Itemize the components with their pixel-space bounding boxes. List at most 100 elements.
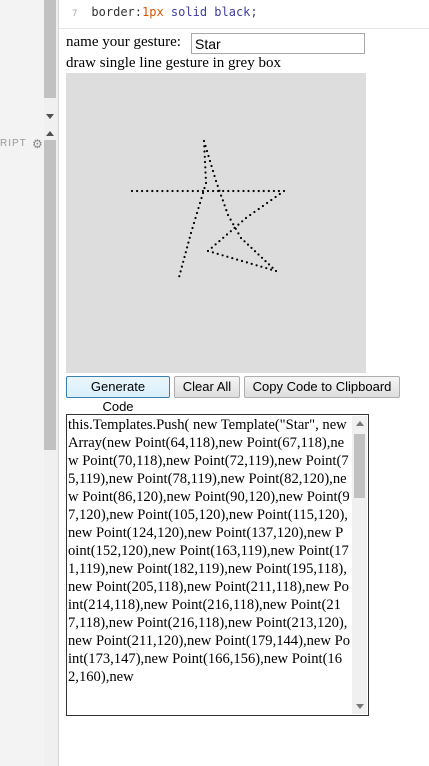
stroke-dot xyxy=(182,260,185,263)
stroke-dot xyxy=(187,241,190,244)
stroke-dot xyxy=(249,213,252,217)
stroke-dot xyxy=(213,174,216,178)
stroke-dot xyxy=(260,265,263,268)
stroke-dot xyxy=(197,206,200,210)
stroke-dot xyxy=(218,189,221,192)
stroke-dot xyxy=(186,246,189,249)
stroke-dot xyxy=(204,181,208,185)
stroke-dot xyxy=(206,249,210,253)
stroke-dot xyxy=(226,255,229,258)
stroke-dot xyxy=(282,189,286,193)
generate-code-button[interactable]: Generate Code xyxy=(66,376,170,414)
stroke-dot xyxy=(204,176,207,179)
stroke-dot xyxy=(270,268,273,271)
stroke-dot xyxy=(203,145,206,148)
stroke-dot xyxy=(266,201,269,205)
stroke-dot xyxy=(179,270,182,273)
gesture-canvas[interactable] xyxy=(66,73,366,373)
stroke-dot xyxy=(250,262,253,265)
stroke-dot xyxy=(231,257,234,260)
stroke-dot xyxy=(196,189,199,193)
stroke-dot xyxy=(208,159,212,163)
scroll-up-icon[interactable] xyxy=(46,131,54,136)
stroke-dot xyxy=(243,240,246,243)
stroke-dot xyxy=(156,189,159,193)
stroke-dot xyxy=(203,160,207,164)
stroke-dot xyxy=(229,218,232,221)
textarea-scrollbar[interactable] xyxy=(352,416,367,714)
stroke-dot xyxy=(204,171,207,174)
line-number: 7 xyxy=(72,9,78,19)
stroke-dot xyxy=(201,189,204,193)
pane-divider xyxy=(58,0,59,766)
stroke-dot xyxy=(198,201,202,205)
stroke-dot xyxy=(178,275,181,278)
gesture-name-input[interactable] xyxy=(191,33,365,54)
stroke-dot xyxy=(216,184,219,187)
stroke-dot xyxy=(186,189,189,193)
stroke-dot xyxy=(264,260,267,263)
stroke-dot xyxy=(239,236,243,240)
generated-code-textarea[interactable]: this.Templates.Push( new Template("Star"… xyxy=(66,414,369,716)
stroke-dot xyxy=(278,192,281,196)
stroke-dot xyxy=(184,251,187,254)
stroke-dot xyxy=(237,189,240,193)
draw-instruction: draw single line gesture in grey box xyxy=(66,55,281,71)
textarea-scroll-up-icon[interactable] xyxy=(356,421,364,426)
stroke-dot xyxy=(176,189,179,193)
generated-code-text: this.Templates.Push( new Template("Star"… xyxy=(68,417,350,685)
textarea-scroll-down-icon[interactable] xyxy=(356,704,364,709)
stroke-dot xyxy=(222,236,225,239)
stroke-dot xyxy=(191,189,194,193)
stroke-dot xyxy=(181,189,184,193)
stroke-dot xyxy=(192,221,196,225)
stroke-dot xyxy=(253,210,256,214)
stroke-dot xyxy=(237,232,240,235)
stroke-dot xyxy=(245,261,248,264)
stroke-dot xyxy=(183,255,186,259)
stroke-dot xyxy=(232,223,235,226)
css-property: border: xyxy=(91,5,142,19)
stroke-dot xyxy=(194,216,197,220)
scroll-down-icon[interactable] xyxy=(46,114,54,119)
editor-left-pane xyxy=(0,0,45,766)
stroke-dot xyxy=(237,223,240,226)
stroke-dot xyxy=(229,230,232,233)
stroke-dot xyxy=(211,169,215,173)
stroke-dot xyxy=(205,149,209,153)
stroke-dot xyxy=(210,246,213,249)
textarea-scrollbar-thumb[interactable] xyxy=(354,434,365,498)
stroke-dot xyxy=(272,189,275,193)
stroke-dot xyxy=(262,189,265,193)
clear-all-button[interactable]: Clear All xyxy=(174,376,240,398)
stroke-dot xyxy=(225,209,228,212)
editor-scrollbar-thumb[interactable] xyxy=(44,0,56,98)
stroke-dot xyxy=(151,189,154,193)
editor-scrollbar-thumb-lower[interactable] xyxy=(44,140,56,450)
stroke-dot xyxy=(257,253,260,256)
stroke-dot xyxy=(234,227,237,230)
stroke-dot xyxy=(206,189,210,193)
stroke-dot xyxy=(141,189,144,193)
stroke-dot xyxy=(267,263,271,266)
stroke-dot xyxy=(195,211,199,215)
css-code-line[interactable]: 7 border:1px solid black; xyxy=(72,5,258,19)
stroke-dot xyxy=(222,189,225,193)
javascript-panel-label: RIPT xyxy=(0,138,27,149)
stroke-dot xyxy=(244,216,248,220)
stroke-dot xyxy=(130,189,134,193)
stroke-dot xyxy=(204,166,207,169)
stroke-dot xyxy=(166,189,169,193)
stroke-dot xyxy=(270,198,273,202)
stroke-dot xyxy=(246,243,250,246)
gear-icon[interactable]: ⚙ xyxy=(32,137,43,151)
stroke-dot xyxy=(252,189,255,193)
css-number: 1px xyxy=(142,5,164,19)
copy-code-button[interactable]: Copy Code to Clipboard xyxy=(244,376,400,398)
stroke-dot xyxy=(247,189,250,193)
stroke-dot xyxy=(242,189,245,193)
stroke-dot xyxy=(214,243,217,246)
stroke-dot xyxy=(221,254,224,257)
stroke-dot xyxy=(221,199,224,202)
stroke-dot xyxy=(261,204,264,208)
